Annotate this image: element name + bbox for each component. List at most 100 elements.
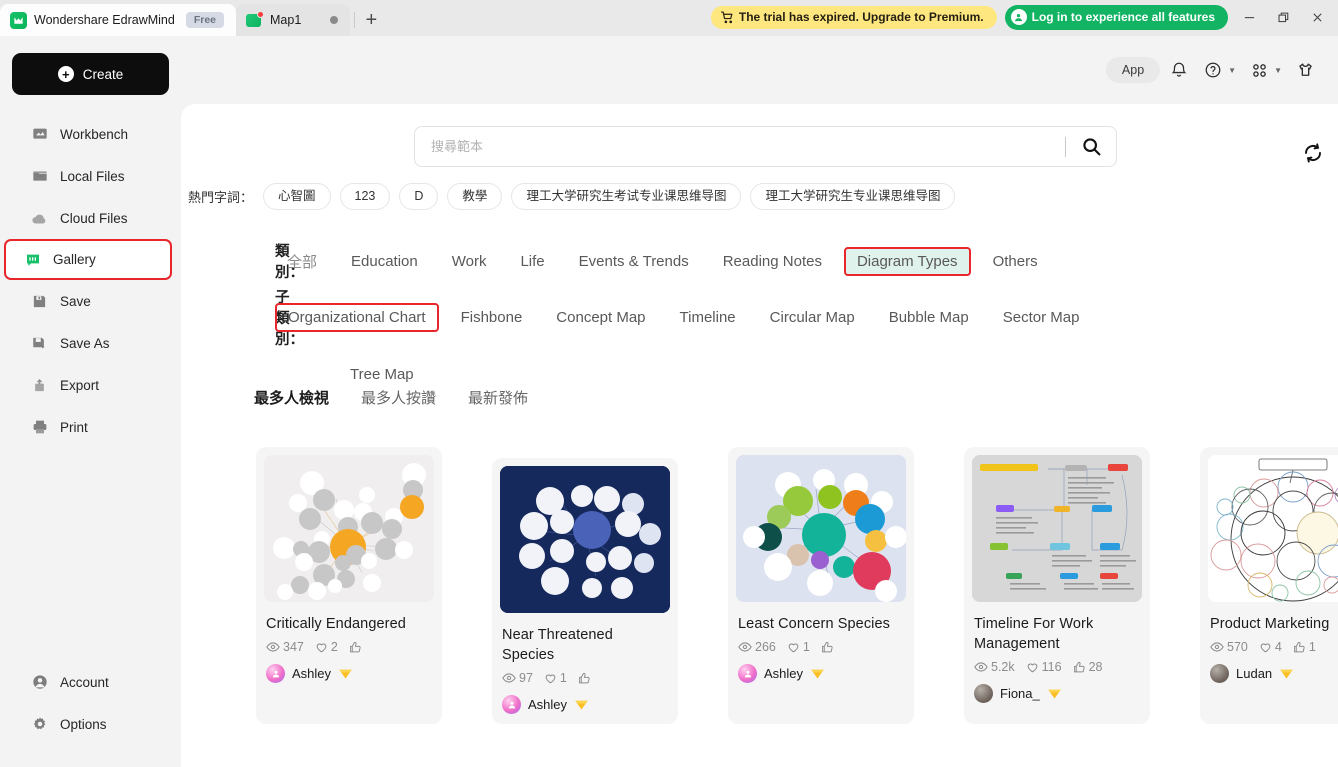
trial-expired-banner[interactable]: The trial has expired. Upgrade to Premiu…	[710, 6, 997, 29]
window-minimize-button[interactable]	[1236, 7, 1262, 29]
author-name: Ludan	[1236, 666, 1273, 681]
category-label: 類別：	[275, 244, 304, 281]
window-restore-button[interactable]	[1270, 7, 1296, 29]
search-input[interactable]	[415, 139, 1065, 154]
gear-icon	[31, 716, 48, 733]
category-row: 類別： 全部 Education Work Life Events & Tren…	[95, 240, 1060, 282]
template-author[interactable]: Ludan	[1210, 664, 1338, 683]
edrawmind-logo-icon	[10, 11, 27, 29]
help-chevron-down-icon[interactable]: ▼	[1228, 66, 1236, 75]
sidebar-item-label: Local Files	[60, 168, 125, 184]
subcategory-timeline[interactable]: Timeline	[668, 304, 748, 331]
template-stats: 347 2	[266, 640, 432, 654]
sidebar-item-label: Cloud Files	[60, 210, 128, 226]
bell-icon[interactable]	[1164, 55, 1194, 85]
category-work[interactable]: Work	[440, 248, 499, 275]
hot-keyword-chip[interactable]: 心智圖	[263, 183, 331, 210]
category-reading-notes[interactable]: Reading Notes	[711, 248, 834, 275]
search-icon[interactable]	[1066, 127, 1116, 166]
sort-tab-most-viewed[interactable]: 最多人檢視	[254, 387, 329, 408]
template-author[interactable]: Ashley	[502, 695, 670, 714]
create-label: Create	[82, 66, 124, 82]
template-search-bar[interactable]	[414, 126, 1117, 167]
hot-keyword-chip[interactable]: D	[399, 183, 439, 210]
app-title: Wondershare EdrawMind	[34, 13, 175, 27]
subcategory-bubble-map[interactable]: Bubble Map	[877, 304, 981, 331]
vip-badge-icon	[1047, 687, 1062, 700]
refresh-icon[interactable]	[1298, 138, 1328, 168]
template-author[interactable]: Ashley	[738, 664, 906, 683]
tab-map1[interactable]: Map1	[236, 4, 351, 36]
template-card[interactable]: Product Marketing 570 4 1 Ludan	[1200, 447, 1338, 724]
vip-badge-icon	[1279, 667, 1294, 680]
cloud-icon	[31, 210, 48, 227]
grid-chevron-down-icon[interactable]: ▼	[1274, 66, 1282, 75]
sidebar-item-label: Save	[60, 293, 91, 309]
tab-app-home[interactable]: Wondershare EdrawMind Free	[0, 4, 236, 36]
heart-icon	[1259, 641, 1272, 654]
author-name: Ashley	[292, 666, 332, 681]
subcategory-circular-map[interactable]: Circular Map	[758, 304, 867, 331]
thumbs-up-icon	[578, 672, 591, 685]
template-author[interactable]: Fiona_	[974, 684, 1142, 703]
category-life[interactable]: Life	[508, 248, 556, 275]
template-author[interactable]: Ashley	[266, 664, 434, 683]
views-stat: 97	[502, 671, 533, 685]
help-icon[interactable]	[1198, 55, 1228, 85]
print-icon	[31, 419, 48, 436]
avatar	[1210, 664, 1229, 683]
sidebar-item-print[interactable]: Print	[0, 406, 181, 448]
views-count: 570	[1227, 640, 1248, 654]
subcategory-tree-map[interactable]: Tree Map	[338, 361, 426, 388]
sort-tab-newest[interactable]: 最新發佈	[468, 387, 528, 408]
category-others[interactable]: Others	[981, 248, 1050, 275]
subcategory-fishbone[interactable]: Fishbone	[449, 304, 535, 331]
new-tab-button[interactable]: +	[357, 6, 385, 34]
subcategory-organizational-chart[interactable]: Organizational Chart	[275, 303, 439, 332]
template-thumbnail	[500, 466, 670, 613]
sidebar-item-account[interactable]: Account	[0, 661, 181, 703]
hot-keyword-chip[interactable]: 理工大学研究生专业课思维导图	[750, 183, 956, 210]
likes-stat: 4	[1259, 640, 1282, 654]
avatar	[266, 664, 285, 683]
category-diagram-types[interactable]: Diagram Types	[843, 246, 971, 276]
sidebar-item-workbench[interactable]: Workbench	[0, 113, 181, 155]
app-button[interactable]: App	[1105, 57, 1161, 83]
grid-icon[interactable]	[1244, 55, 1274, 85]
login-button[interactable]: Log in to experience all features	[1004, 5, 1228, 30]
template-card[interactable]: Timeline For Work Management 5.2k 116 28…	[964, 447, 1150, 724]
sidebar-item-label: Account	[60, 674, 109, 690]
sidebar-item-cloud-files[interactable]: Cloud Files	[0, 197, 181, 239]
category-all[interactable]: 全部	[275, 246, 329, 277]
template-stats: 5.2k 116 28	[974, 660, 1140, 674]
likes-count: 1	[802, 640, 810, 654]
sidebar-item-options[interactable]: Options	[0, 703, 181, 745]
sidebar-item-label: Options	[60, 716, 107, 732]
subcategory-concept-map[interactable]: Concept Map	[544, 304, 657, 331]
window-close-button[interactable]	[1304, 7, 1330, 29]
hot-keyword-chip[interactable]: 教學	[447, 183, 503, 210]
thumbs-stat	[349, 641, 365, 654]
category-events-trends[interactable]: Events & Trends	[567, 248, 701, 275]
template-card[interactable]: Least Concern Species 266 1 Ashley	[728, 447, 914, 724]
sidebar: + Create Workbench Local Files Cloud Fil…	[0, 36, 181, 767]
subcategory-label: 子類別：	[275, 290, 304, 348]
map-file-icon	[246, 10, 264, 28]
template-card[interactable]: Near Threatened Species 97 1 Ashley	[492, 458, 678, 724]
subcategory-sector-map[interactable]: Sector Map	[991, 304, 1092, 331]
author-name: Ashley	[528, 697, 568, 712]
sidebar-item-local-files[interactable]: Local Files	[0, 155, 181, 197]
thumbs-count: 28	[1088, 660, 1103, 674]
hot-keyword-chip[interactable]: 123	[339, 183, 391, 210]
save-icon	[31, 293, 48, 310]
views-stat: 347	[266, 640, 304, 654]
template-card[interactable]: Critically Endangered 347 2 Ashley	[256, 447, 442, 724]
thumbs-up-icon	[1073, 661, 1086, 674]
category-education[interactable]: Education	[339, 248, 430, 275]
create-button[interactable]: + Create	[12, 53, 169, 95]
template-stats: 266 1	[738, 640, 904, 654]
thumbs-up-icon	[349, 641, 362, 654]
shirt-icon[interactable]	[1290, 55, 1320, 85]
sort-tab-most-liked[interactable]: 最多人按讚	[361, 387, 436, 408]
hot-keyword-chip[interactable]: 理工大学研究生考试专业课思维导图	[511, 183, 742, 210]
